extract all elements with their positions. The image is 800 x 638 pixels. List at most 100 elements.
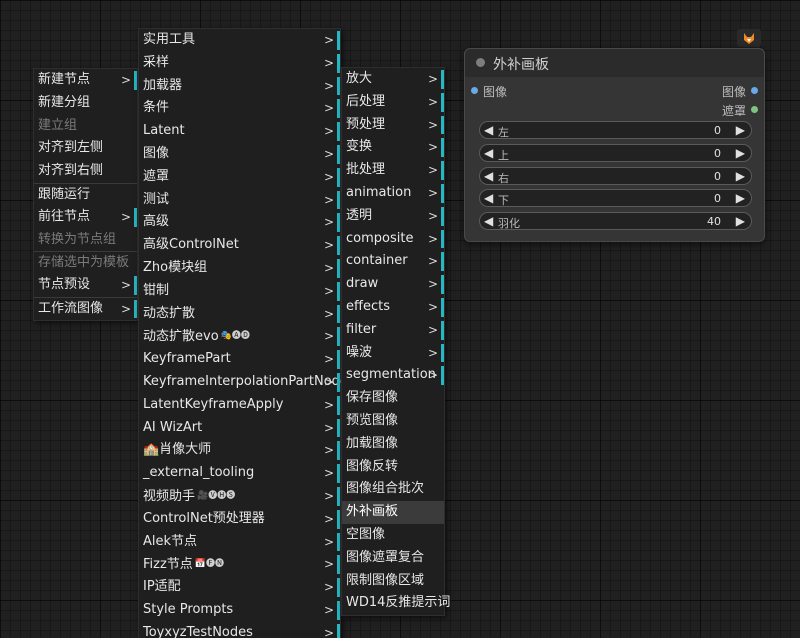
menu2-item-21[interactable]: ControlNet预处理器 > xyxy=(139,508,340,531)
menu2-item-24[interactable]: IP适配 > xyxy=(139,576,340,599)
decrement-arrow-icon[interactable]: ◀ xyxy=(484,146,493,160)
menu3-item-11[interactable]: filter > xyxy=(342,319,444,342)
widget-value[interactable]: 0 xyxy=(714,170,721,183)
menu2-item-11[interactable]: 钳制 > xyxy=(139,280,340,303)
menu2-item-2[interactable]: 加载器 > xyxy=(139,75,340,98)
menu3-item-5[interactable]: animation > xyxy=(342,182,444,205)
input-image-port[interactable] xyxy=(471,87,478,94)
menu2-item-17[interactable]: AI WizArt > xyxy=(139,417,340,440)
increment-arrow-icon[interactable]: ▶ xyxy=(736,214,745,228)
menu3-item-14[interactable]: 保存图像 xyxy=(342,387,444,410)
menu2-item-20[interactable]: 视频助手 🎥🅥🅗🅢 > xyxy=(139,485,340,508)
node-title: 外补画板 xyxy=(493,57,549,73)
menu1-item-6[interactable]: 前往节点 > xyxy=(34,206,137,229)
menu2-item-16[interactable]: LatentKeyframeApply > xyxy=(139,394,340,417)
menu2-item-19[interactable]: _external_tooling > xyxy=(139,462,340,485)
menu2-item-18[interactable]: 🏫肖像大师 > xyxy=(139,439,340,462)
menu2-item-23[interactable]: Fizz节点 📅🅕🅝 > xyxy=(139,553,340,576)
node-title-bar[interactable]: 外补画板 xyxy=(465,49,764,77)
menu3-item-22[interactable]: 限制图像区域 xyxy=(342,570,444,593)
menu1-item-3[interactable]: 对齐到左侧 xyxy=(34,137,137,160)
menu2-item-1[interactable]: 采样 > xyxy=(139,52,340,75)
menu1-item-10[interactable]: 工作流图像 > xyxy=(34,296,137,320)
menu2-item-4[interactable]: Latent > xyxy=(139,120,340,143)
menu2-item-5[interactable]: 图像 > xyxy=(139,143,340,166)
chevron-right-icon: > xyxy=(427,299,438,314)
menu3-item-label: 批处理 xyxy=(346,162,386,178)
menu3-item-13[interactable]: segmentation > xyxy=(342,364,444,387)
menu2-item-22[interactable]: Alek节点 > xyxy=(139,531,340,554)
menu3-item-3[interactable]: 变换 > xyxy=(342,136,444,159)
increment-arrow-icon[interactable]: ▶ xyxy=(736,169,745,183)
menu2-item-3[interactable]: 条件 > xyxy=(139,97,340,120)
widget-value[interactable]: 40 xyxy=(707,215,721,228)
menu3-item-2[interactable]: 预处理 > xyxy=(342,114,444,137)
menu3-item-12[interactable]: 噪波 > xyxy=(342,342,444,365)
decrement-arrow-icon[interactable]: ◀ xyxy=(484,191,493,205)
menu3-item-6[interactable]: 透明 > xyxy=(342,205,444,228)
chevron-right-icon: > xyxy=(323,580,334,595)
menu2-item-26[interactable]: ToyxyzTestNodes > xyxy=(139,622,340,638)
menu3-item-21[interactable]: 图像遮罩复合 xyxy=(342,547,444,570)
fox-icon[interactable] xyxy=(737,29,761,47)
menu1-item-9[interactable]: 节点预设 > xyxy=(34,274,137,297)
menu2-item-label: 🏫肖像大师 xyxy=(143,442,212,458)
increment-arrow-icon[interactable]: ▶ xyxy=(736,146,745,160)
menu3-item-4[interactable]: 批处理 > xyxy=(342,159,444,182)
menu3-item-label: segmentation xyxy=(346,367,436,383)
menu3-item-8[interactable]: container > xyxy=(342,250,444,273)
menu1-item-5[interactable]: 跟随运行 xyxy=(34,182,137,206)
widget-1[interactable]: ◀ 上 0 ▶ xyxy=(479,143,752,162)
output-image-port[interactable] xyxy=(751,87,758,94)
menu2-item-25[interactable]: Style Prompts > xyxy=(139,599,340,622)
widget-value[interactable]: 0 xyxy=(714,192,721,205)
menu2-item-label: 钳制 xyxy=(143,282,170,298)
menu3-item-10[interactable]: effects > xyxy=(342,296,444,319)
chevron-right-icon: > xyxy=(120,209,131,224)
chevron-right-icon: > xyxy=(323,557,334,572)
menu2-item-15[interactable]: KeyframeInterpolationPartNode > xyxy=(139,371,348,394)
chevron-right-icon: > xyxy=(323,124,334,139)
collapse-dot-icon[interactable] xyxy=(476,58,485,67)
decrement-arrow-icon[interactable]: ◀ xyxy=(484,214,493,228)
widget-value[interactable]: 0 xyxy=(714,124,721,137)
menu3-item-label: 预处理 xyxy=(346,116,386,132)
widget-value[interactable]: 0 xyxy=(714,147,721,160)
menu2-item-14[interactable]: KeyframePart > xyxy=(139,348,340,371)
decrement-arrow-icon[interactable]: ◀ xyxy=(484,123,493,137)
menu3-item-9[interactable]: draw > xyxy=(342,273,444,296)
menu3-item-17[interactable]: 图像反转 xyxy=(342,456,444,479)
menu2-item-13[interactable]: 动态扩散evo 🎭🅐🅓 > xyxy=(139,325,340,348)
menu3-item-23[interactable]: WD14反推提示词 xyxy=(342,592,450,615)
menu3-item-1[interactable]: 后处理 > xyxy=(342,91,444,114)
increment-arrow-icon[interactable]: ▶ xyxy=(736,123,745,137)
menu2-item-12[interactable]: 动态扩散 > xyxy=(139,303,340,326)
widget-0[interactable]: ◀ 左 0 ▶ xyxy=(479,121,752,139)
widget-4[interactable]: ◀ 羽化 40 ▶ xyxy=(479,212,752,231)
menu2-item-10[interactable]: Zho模块组 > xyxy=(139,257,340,280)
outpaint-canvas-node[interactable]: 外补画板 图像 图像 遮罩 ◀ 左 0 ▶ ◀ 上 0 ▶ ◀ 右 0 ▶ ◀ 下 0 ▶ ◀ 羽化 40 ▶ xyxy=(464,48,765,242)
menu1-item-1[interactable]: 新建分组 xyxy=(34,92,137,115)
increment-arrow-icon[interactable]: ▶ xyxy=(736,191,745,205)
menu2-item-7[interactable]: 测试 > xyxy=(139,189,340,212)
widget-3[interactable]: ◀ 下 0 ▶ xyxy=(479,189,752,208)
menu2-item-9[interactable]: 高级ControlNet > xyxy=(139,234,340,257)
menu3-item-0[interactable]: 放大 > xyxy=(342,68,444,91)
chevron-right-icon: > xyxy=(323,443,334,458)
menu2-item-label: ControlNet预处理器 xyxy=(143,510,265,526)
menu2-item-6[interactable]: 遮罩 > xyxy=(139,166,340,189)
menu2-item-8[interactable]: 高级 > xyxy=(139,211,340,234)
menu3-item-19[interactable]: 外补画板 xyxy=(342,501,444,524)
menu1-item-4[interactable]: 对齐到右侧 xyxy=(34,160,137,183)
menu2-item-0[interactable]: 实用工具 > xyxy=(139,29,340,52)
menu1-item-0[interactable]: 新建节点 > xyxy=(34,69,137,92)
menu2-item-label: 视频助手 xyxy=(143,488,196,504)
decrement-arrow-icon[interactable]: ◀ xyxy=(484,169,493,183)
menu3-item-7[interactable]: composite > xyxy=(342,228,444,251)
menu3-item-15[interactable]: 预览图像 xyxy=(342,410,444,433)
menu3-item-18[interactable]: 图像组合批次 xyxy=(342,478,444,501)
output-mask-port[interactable] xyxy=(751,106,758,113)
menu3-item-20[interactable]: 空图像 xyxy=(342,524,444,547)
menu3-item-16[interactable]: 加载图像 xyxy=(342,433,444,456)
widget-2[interactable]: ◀ 右 0 ▶ xyxy=(479,166,752,185)
